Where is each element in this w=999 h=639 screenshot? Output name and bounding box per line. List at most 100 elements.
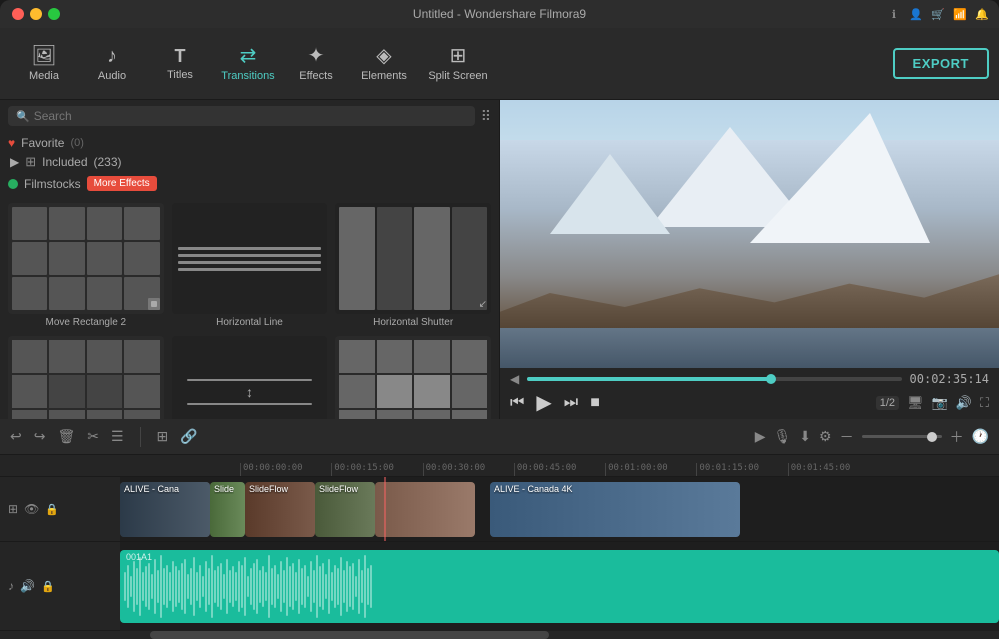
- timecode-display: 00:02:35:14: [910, 372, 989, 386]
- toolbar-audio[interactable]: ♪ Audio: [78, 34, 146, 94]
- rewind-button[interactable]: ⏮: [510, 394, 524, 412]
- video-clip-3[interactable]: SlideFlow: [315, 482, 375, 537]
- audio-volume-icon[interactable]: 🔊: [20, 579, 35, 593]
- favorite-label: Favorite: [21, 136, 64, 150]
- playback-buttons: ⏮ ▶ ⏭ ■: [510, 390, 600, 415]
- video-lock-icon[interactable]: 🔒: [45, 503, 59, 516]
- play-timeline-icon[interactable]: ▶: [755, 428, 766, 445]
- transition-thumb-vertical-shutter: ↕: [172, 336, 328, 419]
- link-icon[interactable]: 🔗: [180, 428, 197, 445]
- toolbar-elements[interactable]: ◈ Elements: [350, 34, 418, 94]
- toolbar-effects[interactable]: ✦ Effects: [282, 34, 350, 94]
- toolbar-media[interactable]: 🖼 Media: [10, 34, 78, 94]
- redo-icon[interactable]: ↪: [34, 428, 46, 445]
- play-button[interactable]: ▶: [536, 390, 551, 415]
- favorite-count: (0): [70, 137, 83, 149]
- toolbar-titles[interactable]: T Titles: [146, 34, 214, 94]
- filter-favorite[interactable]: ♥ Favorite (0): [8, 136, 491, 150]
- timeline-right-tools: ▶ 🎙 ⬇ ⚙ － ＋ 🕐: [755, 427, 989, 447]
- cut-icon[interactable]: ✂: [87, 428, 99, 445]
- main-toolbar: 🖼 Media ♪ Audio T Titles ⇄ Transitions ✦…: [0, 28, 999, 100]
- clip-label-2: SlideFlow: [249, 484, 288, 494]
- volume-icon[interactable]: ◀: [510, 372, 519, 386]
- transition-thumb-grid-zoom-out: ↙: [335, 336, 491, 419]
- transition-name-horizontal-shutter: Horizontal Shutter: [373, 317, 453, 328]
- delete-icon[interactable]: 🗑: [57, 428, 75, 445]
- timeline-toolbar: ↩ ↪ 🗑 ✂ ☰ ⊞ 🔗 ▶ 🎙 ⬇ ⚙ － ＋ 🕐: [0, 419, 999, 455]
- audio-lock-icon[interactable]: 🔒: [41, 580, 55, 593]
- transition-grid-zoom-out[interactable]: ↙ Grid Zoom Out: [335, 336, 491, 419]
- mic-icon[interactable]: 🎙: [773, 428, 791, 445]
- transition-horizontal-shutter[interactable]: ↙ Horizontal Shutter: [335, 203, 491, 328]
- included-count: (233): [94, 155, 122, 169]
- import-icon[interactable]: ⬇: [799, 428, 811, 445]
- minus-zoom-icon[interactable]: －: [840, 427, 854, 447]
- transition-name-horizontal-line: Horizontal Line: [216, 317, 283, 328]
- undo-icon[interactable]: ↩: [10, 428, 22, 445]
- video-clip-2[interactable]: SlideFlow: [245, 482, 315, 537]
- track-controls: ⊞ 👁 🔒 ♪ 🔊 🔒: [0, 455, 120, 631]
- video-eye-icon[interactable]: 👁: [24, 502, 39, 516]
- quality-selector[interactable]: 1/2: [876, 396, 899, 410]
- audio-waveform: [120, 550, 999, 623]
- account-icon[interactable]: 👤: [909, 7, 923, 21]
- camera-icon[interactable]: 📷: [932, 395, 948, 411]
- search-input[interactable]: [34, 109, 467, 123]
- transition-grid-zoom-in[interactable]: Grid Zoom In: [8, 336, 164, 419]
- bell-icon[interactable]: 🔔: [975, 7, 989, 21]
- ruler-spacer: [0, 455, 120, 477]
- zoom-slider[interactable]: [862, 435, 942, 438]
- ruler-mark-6: 00:01:45:00: [788, 463, 879, 476]
- plus-zoom-icon[interactable]: ＋: [950, 427, 964, 447]
- info-icon[interactable]: ℹ: [887, 7, 901, 21]
- add-track-icon[interactable]: ⊞: [157, 428, 169, 445]
- toolbar-transitions[interactable]: ⇄ Transitions: [214, 34, 282, 94]
- export-button[interactable]: EXPORT: [893, 48, 989, 79]
- stop-button[interactable]: ■: [590, 394, 600, 412]
- zoom-slider-dot: [927, 432, 937, 442]
- video-clip-5[interactable]: ALIVE - Canada 4K: [490, 482, 740, 537]
- clip-label-5: ALIVE - Canada 4K: [494, 484, 573, 494]
- transitions-grid: Move Rectangle 2 Horizontal Line: [0, 197, 499, 419]
- settings-icon[interactable]: ⚙: [819, 428, 832, 445]
- timeline-ruler: 00:00:00:00 00:00:15:00 00:00:30:00 00:0…: [120, 455, 999, 477]
- video-clip-0[interactable]: ALIVE - Cana: [120, 482, 210, 537]
- video-settings-icon[interactable]: ⊞: [8, 502, 18, 516]
- fast-forward-button[interactable]: ⏭: [564, 394, 578, 412]
- volume-control-icon[interactable]: 🔊: [956, 395, 972, 411]
- toolbar-split-screen[interactable]: ⊞ Split Screen: [418, 34, 498, 94]
- video-clip-4[interactable]: [375, 482, 475, 537]
- fullscreen-icon[interactable]: ⛶: [980, 395, 989, 411]
- transition-thumb-horizontal-line: [172, 203, 328, 314]
- transition-thumb-grid-zoom-in: [8, 336, 164, 419]
- transition-horizontal-line[interactable]: Horizontal Line: [172, 203, 328, 328]
- clock-icon[interactable]: 🕐: [972, 428, 989, 445]
- minimize-button[interactable]: [30, 8, 42, 20]
- filter-included[interactable]: ▶ ⊞ Included (233): [8, 154, 491, 170]
- traffic-lights: [12, 8, 60, 20]
- audio-label: 001A1: [126, 552, 152, 562]
- fullscreen-button[interactable]: [48, 8, 60, 20]
- music-icon[interactable]: ♪: [8, 579, 14, 593]
- close-button[interactable]: [12, 8, 24, 20]
- ruler-mark-1: 00:00:15:00: [331, 463, 422, 476]
- video-clip-1[interactable]: Slide: [210, 482, 245, 537]
- grid-view-icon[interactable]: ⠿: [481, 108, 491, 125]
- transition-vertical-shutter[interactable]: ↕ Vertical Shutter: [172, 336, 328, 419]
- panel-filters: ♥ Favorite (0) ▶ ⊞ Included (233) Filmst…: [0, 132, 499, 197]
- playback-controls: ◀ 00:02:35:14 ⏮ ▶ ⏭ ■ 1/2 🖥: [500, 368, 999, 419]
- menu-icon[interactable]: ☰: [111, 428, 124, 445]
- playhead: [384, 477, 386, 541]
- audio-track-controls: ♪ 🔊 🔒: [0, 542, 120, 631]
- cart-icon[interactable]: 🛒: [931, 7, 945, 21]
- progress-bar-container: ◀ 00:02:35:14: [510, 372, 989, 386]
- more-effects-button[interactable]: More Effects: [87, 176, 157, 191]
- scrollbar-thumb[interactable]: [150, 631, 550, 639]
- monitor-icon[interactable]: 🖥: [907, 395, 924, 411]
- transition-move-rectangle-2[interactable]: Move Rectangle 2: [8, 203, 164, 328]
- transition-thumb-move-rectangle-2: [8, 203, 164, 314]
- right-controls: 1/2 🖥 📷 🔊 ⛶: [876, 395, 989, 411]
- timeline-scrollbar[interactable]: [0, 631, 999, 639]
- progress-bar-track[interactable]: [527, 377, 901, 381]
- audio-clip-0[interactable]: 001A1: [120, 550, 999, 623]
